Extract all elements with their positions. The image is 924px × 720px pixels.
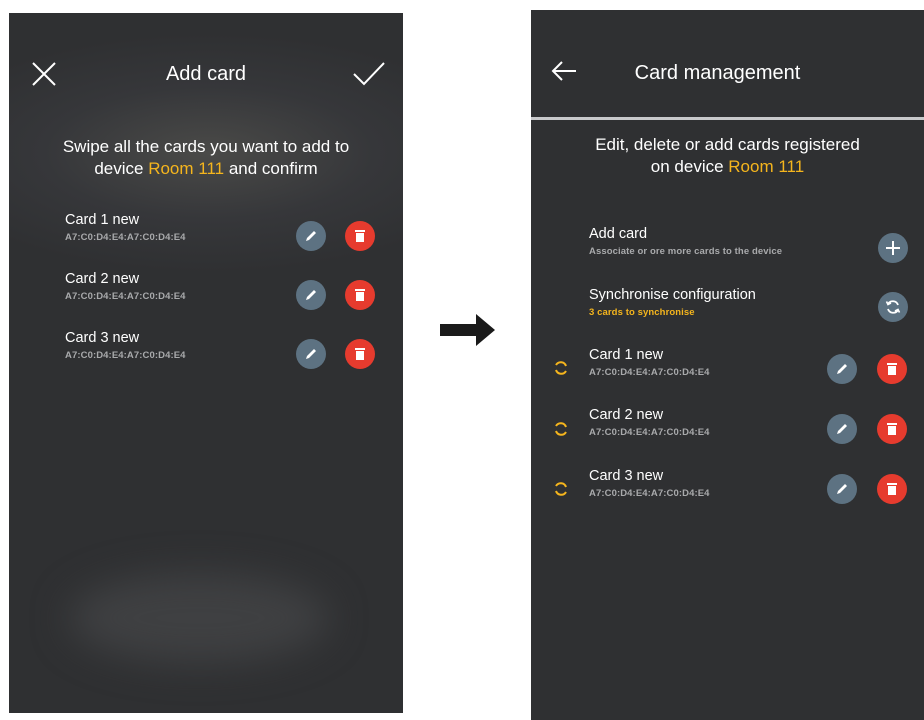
card-name: Card 2 new [589, 407, 664, 423]
edit-button[interactable] [827, 354, 857, 384]
add-card-screen: Add card Swipe all the cards you want to… [9, 13, 403, 713]
trash-icon [355, 289, 365, 301]
pencil-icon [837, 424, 847, 434]
pencil-icon [837, 364, 847, 374]
delete-button[interactable] [345, 221, 375, 251]
delete-button[interactable] [877, 474, 907, 504]
trash-icon [355, 348, 365, 360]
synchronise-button[interactable] [878, 292, 908, 322]
add-card-label: Add card [589, 226, 648, 242]
page-title: Add card [165, 63, 247, 85]
card-name: Card 3 new [65, 330, 140, 346]
edit-button[interactable] [296, 280, 326, 310]
sync-icon [885, 300, 901, 314]
trash-icon [887, 483, 897, 495]
device-name: Room 111 [728, 157, 805, 176]
card-management-screen: Card management Edit, delete or add card… [531, 10, 924, 720]
card-name: Card 1 new [589, 347, 664, 363]
delete-button[interactable] [345, 339, 375, 369]
instruction-line-1: Edit, delete or add cards registered [595, 135, 860, 154]
card-id: A7:C0:D4:E4:A7:C0:D4:E4 [65, 291, 186, 302]
card-id: A7:C0:D4:E4:A7:C0:D4:E4 [65, 350, 186, 361]
card-name: Card 1 new [65, 212, 140, 228]
page-title: Card management [634, 62, 801, 84]
pending-sync-icon [555, 422, 567, 436]
trash-icon [887, 363, 897, 375]
pencil-icon [306, 349, 316, 359]
pending-sync-icon [555, 361, 567, 375]
pencil-icon [306, 231, 316, 241]
background-blur [69, 573, 329, 663]
card-id: A7:C0:D4:E4:A7:C0:D4:E4 [589, 488, 710, 499]
trash-icon [887, 423, 897, 435]
delete-button[interactable] [345, 280, 375, 310]
instruction-prefix: device [94, 159, 149, 178]
edit-button[interactable] [296, 339, 326, 369]
transition-arrow-icon [440, 314, 495, 346]
card-name: Card 2 new [65, 271, 140, 287]
plus-icon [886, 241, 900, 255]
instruction-line-2: on device Room 111 [531, 156, 924, 178]
card-id: A7:C0:D4:E4:A7:C0:D4:E4 [589, 427, 710, 438]
edit-button[interactable] [827, 474, 857, 504]
card-name: Card 3 new [589, 468, 664, 484]
device-name: Room 111 [148, 159, 225, 178]
instruction-suffix: and confirm [224, 159, 318, 178]
check-icon[interactable] [352, 61, 386, 87]
trash-icon [355, 230, 365, 242]
delete-button[interactable] [877, 354, 907, 384]
pencil-icon [837, 484, 847, 494]
synchronise-status: 3 cards to synchronise [589, 307, 695, 318]
synchronise-label: Synchronise configuration [589, 287, 756, 303]
edit-button[interactable] [296, 221, 326, 251]
instruction-line-1: Swipe all the cards you want to add to [62, 137, 350, 156]
instruction-prefix: on device [650, 157, 729, 176]
edit-button[interactable] [827, 414, 857, 444]
card-id: A7:C0:D4:E4:A7:C0:D4:E4 [589, 367, 710, 378]
instruction-line-2: device Room 111 and confirm [9, 158, 403, 180]
pencil-icon [306, 290, 316, 300]
header-divider [531, 117, 924, 120]
add-card-description: Associate or ore more cards to the devic… [589, 246, 783, 257]
pending-sync-icon [555, 482, 567, 496]
add-card-button[interactable] [878, 233, 908, 263]
instruction-text: Swipe all the cards you want to add to d… [9, 136, 403, 180]
instruction-text: Edit, delete or add cards registered on … [531, 134, 924, 178]
delete-button[interactable] [877, 414, 907, 444]
card-id: A7:C0:D4:E4:A7:C0:D4:E4 [65, 232, 186, 243]
